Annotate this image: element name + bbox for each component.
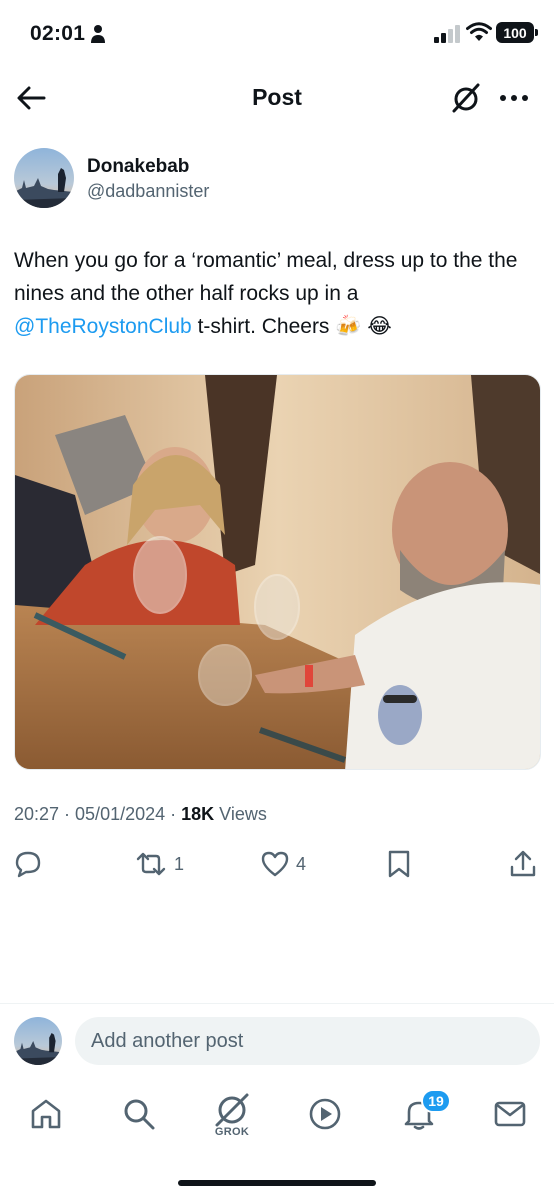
cellular-signal-icon — [434, 25, 460, 43]
mail-icon — [494, 1101, 526, 1127]
tab-video[interactable] — [301, 1090, 349, 1138]
heart-icon — [261, 851, 289, 877]
post-text: When you go for a ‘romantic’ meal, dress… — [14, 244, 540, 343]
person-icon — [91, 25, 105, 43]
share-button[interactable] — [508, 846, 538, 882]
reply-button[interactable] — [14, 846, 42, 882]
tab-home[interactable] — [22, 1090, 70, 1138]
repost-icon — [136, 852, 166, 876]
post-text-part2: t-shirt. Cheers 🍻 😂 — [191, 315, 392, 338]
bottom-tab-bar: GROK 19 — [0, 1086, 554, 1146]
views-label: Views — [214, 804, 267, 824]
divider — [0, 1003, 554, 1004]
grok-icon — [215, 1093, 249, 1127]
post-photo[interactable] — [14, 374, 541, 770]
battery-indicator: 100 — [496, 22, 534, 43]
repost-count: 1 — [174, 853, 185, 874]
status-time: 02:01 — [30, 22, 86, 45]
play-icon — [309, 1098, 341, 1130]
post-timestamp: 20:27 · 05/01/2024 · — [14, 804, 182, 824]
post-meta: 20:27 · 05/01/2024 · 18K Views — [14, 804, 267, 825]
author-handle[interactable]: @dadbannister — [87, 181, 209, 202]
reply-icon — [15, 851, 41, 878]
wifi-icon — [466, 22, 492, 41]
bookmark-icon — [388, 850, 410, 878]
grok-tab-label: GROK — [214, 1126, 250, 1138]
notifications-badge: 19 — [421, 1089, 451, 1113]
home-indicator — [178, 1180, 376, 1186]
post-text-part1: When you go for a ‘romantic’ meal, dress… — [14, 249, 518, 305]
bookmark-button[interactable] — [385, 846, 413, 882]
post-author[interactable]: Donakebab @dadbannister — [14, 148, 544, 210]
views-count: 18K — [181, 804, 215, 824]
like-count: 4 — [296, 853, 307, 874]
share-icon — [510, 850, 536, 877]
tab-messages[interactable] — [486, 1090, 534, 1138]
repost-button[interactable]: 1 — [134, 846, 184, 882]
mention-link[interactable]: @TheRoystonClub — [14, 315, 192, 338]
reply-input[interactable] — [75, 1017, 540, 1065]
grok-icon[interactable] — [448, 80, 484, 116]
more-options-icon[interactable] — [494, 80, 534, 116]
user-avatar[interactable] — [14, 1017, 62, 1065]
post-actions: 1 4 — [0, 846, 554, 886]
author-name[interactable]: Donakebab — [87, 156, 189, 178]
home-icon — [31, 1099, 61, 1129]
post-header: Post — [0, 66, 554, 130]
avatar[interactable] — [14, 148, 74, 208]
status-bar: 02:01 100 — [0, 0, 554, 66]
search-icon — [124, 1099, 155, 1130]
restaurant-photo — [15, 375, 540, 769]
like-button[interactable]: 4 — [260, 846, 306, 882]
tab-search[interactable] — [115, 1090, 163, 1138]
battery-tip — [535, 29, 538, 36]
